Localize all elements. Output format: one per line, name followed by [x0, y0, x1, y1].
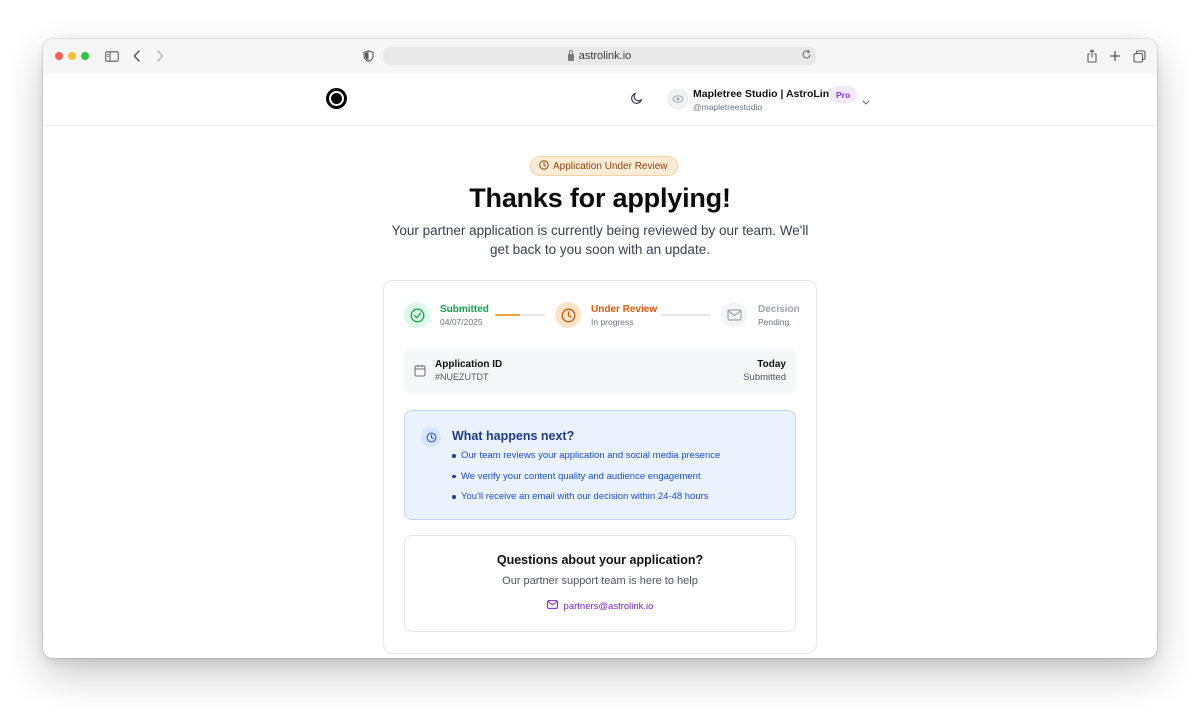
calendar-icon — [414, 364, 426, 382]
page-subtitle: Your partner application is currently be… — [391, 223, 809, 257]
next-steps-list: Our team reviews your application and so… — [452, 450, 720, 512]
submitted-check-icon — [404, 302, 430, 328]
next-step-item: We verify your content quality and audie… — [452, 471, 720, 492]
support-email-link[interactable]: partners@astrolink.io — [405, 600, 795, 612]
new-tab-plus-icon[interactable] — [1107, 48, 1123, 64]
account-handle: @mapletreestudio — [693, 102, 763, 112]
reload-icon[interactable] — [801, 49, 812, 63]
step-under-review-status: In progress — [591, 317, 634, 327]
address-bar[interactable]: astrolink.io — [383, 47, 816, 65]
progress-connector-1-fill — [495, 314, 520, 316]
application-status-card: Submitted 04/07/2025 Under Review In pro… — [383, 280, 817, 654]
sidebar-toggle-icon[interactable] — [104, 48, 120, 64]
application-id-label: Application ID — [435, 359, 503, 370]
questions-title: Questions about your application? — [496, 553, 704, 567]
clock-icon — [539, 159, 549, 173]
progress-connector-2 — [661, 314, 711, 316]
astrolink-logo[interactable] — [326, 88, 347, 109]
what-happens-next-title: What happens next? — [452, 429, 575, 443]
privacy-shield-icon[interactable] — [360, 48, 376, 64]
mail-icon — [546, 600, 558, 612]
submission-status: Submitted — [743, 372, 786, 383]
questions-panel: Questions about your application? Our pa… — [404, 535, 796, 632]
browser-toolbar: astrolink.io — [43, 39, 1157, 73]
back-arrow-icon[interactable] — [129, 48, 145, 64]
forward-arrow-icon[interactable] — [152, 48, 168, 64]
step-decision-label: Decision — [758, 304, 800, 315]
page-title: Thanks for applying! — [469, 183, 731, 213]
under-review-clock-icon — [555, 302, 581, 328]
application-status-badge: Application Under Review — [530, 156, 678, 176]
status-badge-label: Application Under Review — [553, 160, 668, 172]
progress-connector-1 — [495, 314, 545, 316]
step-under-review-label: Under Review — [591, 304, 658, 315]
app-header: Mapletree Studio | AstroLink.io @mapletr… — [43, 73, 1157, 126]
step-decision-status: Pending — [758, 317, 790, 327]
tab-overview-icon[interactable] — [1131, 48, 1147, 64]
account-avatar[interactable] — [668, 89, 688, 109]
address-bar-url: astrolink.io — [578, 50, 632, 62]
application-id-value: #NUEZUTDT — [435, 372, 489, 382]
step-submitted-label: Submitted — [440, 304, 489, 315]
decision-mail-icon — [721, 302, 747, 328]
next-step-item: You'll receive an email with our decisio… — [452, 491, 720, 512]
dark-mode-moon-icon[interactable] — [630, 91, 644, 110]
step-submitted-date: 04/07/2025 — [440, 317, 483, 327]
next-step-item: Our team reviews your application and so… — [452, 450, 720, 471]
info-clock-icon — [421, 427, 441, 447]
share-icon[interactable] — [1084, 48, 1100, 64]
minimize-window-button[interactable] — [68, 52, 76, 60]
questions-subtitle: Our partner support team is here to help — [502, 575, 698, 587]
account-name[interactable]: Mapletree Studio | AstroLink.io — [693, 88, 847, 100]
browser-window: astrolink.io Mapletree Studio | AstroLin… — [43, 39, 1157, 658]
support-email-address[interactable]: partners@astrolink.io — [564, 601, 654, 612]
application-id-row: Application ID #NUEZUTDT Today Submitted — [404, 348, 796, 394]
account-menu-chevron-down-icon[interactable] — [862, 92, 870, 110]
close-window-button[interactable] — [55, 52, 63, 60]
zoom-window-button[interactable] — [81, 52, 89, 60]
lock-icon — [567, 49, 574, 61]
pro-plan-badge: Pro — [829, 86, 858, 103]
what-happens-next-panel: What happens next? Our team reviews your… — [404, 410, 796, 520]
submission-date: Today — [757, 359, 786, 370]
